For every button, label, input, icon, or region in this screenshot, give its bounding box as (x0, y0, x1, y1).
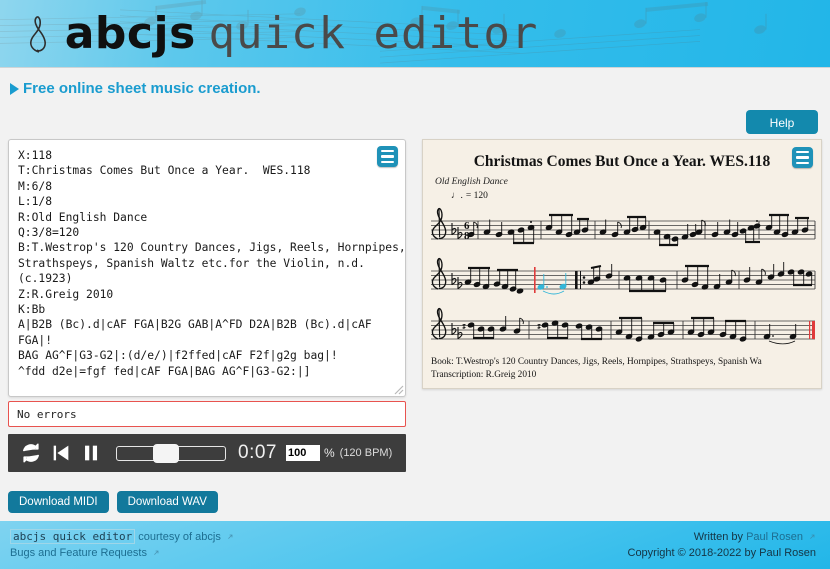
footer-written-by-prefix: Written by (694, 531, 746, 543)
error-message-box: No errors (8, 401, 406, 427)
treble-clef-icon (26, 10, 52, 56)
triangle-bullet-icon (10, 83, 19, 95)
footer-bugs-link[interactable]: Bugs and Feature Requests (10, 547, 147, 559)
tagline-text: Free online sheet music creation. (23, 80, 261, 97)
logo-text-abcjs: abcjs (65, 8, 196, 59)
download-midi-button[interactable]: Download MIDI (8, 491, 109, 513)
bpm-label: (120 BPM) (340, 447, 393, 459)
loop-icon (20, 442, 42, 464)
editor-menu-icon[interactable] (377, 146, 398, 167)
progress-slider-thumb[interactable] (153, 444, 179, 463)
percent-label: % (324, 446, 335, 460)
footer-left-block: abcjs quick editor courtesy of abcjs Bug… (10, 529, 234, 561)
external-link-icon (226, 533, 234, 541)
loop-button[interactable] (16, 438, 46, 468)
audio-player-controls: 0:07 % (120 BPM) (8, 434, 406, 472)
page-header: abcjs quick editor (0, 0, 830, 68)
footer-author-link[interactable]: Paul Rosen (746, 531, 803, 543)
tagline-row: Free online sheet music creation. (10, 80, 261, 97)
external-link-icon (152, 549, 160, 557)
staff-2 (431, 258, 815, 294)
tempo-marking: ♩. = 120 (451, 191, 821, 201)
music-notation[interactable]: 6 8 (423, 203, 822, 358)
download-wav-button[interactable]: Download WAV (117, 491, 218, 513)
app-logo: abcjs quick editor (26, 2, 538, 66)
tempo-warp-input[interactable] (286, 445, 320, 461)
pause-icon (80, 442, 102, 464)
external-link-icon (808, 533, 816, 541)
score-book-line: Book: T.Westrop's 120 Country Dances, Ji… (431, 356, 821, 369)
tempo-value: = 120 (466, 191, 488, 201)
footer-copyright: Copyright © 2018-2022 by Paul Rosen (628, 545, 817, 561)
footer-bugs-line: Bugs and Feature Requests (10, 545, 234, 561)
footer-right-block: Written by Paul Rosen Copyright © 2018-2… (628, 529, 817, 561)
sheet-music-panel: Christmas Comes But Once a Year. WES.118… (422, 139, 822, 389)
highlighted-notes (537, 273, 566, 294)
tempo-note-glyph: ♩. (451, 191, 463, 201)
progress-slider[interactable] (116, 446, 226, 461)
start-over-icon (50, 442, 72, 464)
score-title: Christmas Comes But Once a Year. WES.118 (423, 153, 821, 171)
abc-notation-input[interactable] (8, 139, 406, 397)
footer-courtesy-link[interactable]: courtesy of abcjs (138, 531, 221, 543)
staff-1: 6 8 (431, 208, 815, 245)
score-rhythm: Old English Dance (435, 177, 821, 187)
playback-time: 0:07 (238, 442, 277, 464)
score-transcription-line: Transcription: R.Greig 2010 (431, 369, 821, 382)
abc-editor-panel (8, 139, 406, 397)
footer-app-name: abcjs quick editor (10, 529, 135, 544)
playback-cursor (534, 267, 536, 293)
help-button[interactable]: Help (746, 110, 818, 134)
pause-button[interactable] (76, 438, 106, 468)
page-footer: abcjs quick editor courtesy of abcjs Bug… (0, 521, 830, 569)
start-over-button[interactable] (46, 438, 76, 468)
score-credits: Book: T.Westrop's 120 Country Dances, Ji… (431, 356, 821, 382)
score-staves[interactable]: 6 8 (423, 203, 821, 363)
staff-3 (431, 308, 815, 344)
footer-credit-line: abcjs quick editor courtesy of abcjs (10, 529, 234, 545)
download-button-row: Download MIDI Download WAV (8, 491, 218, 513)
paper-menu-icon[interactable] (792, 147, 813, 168)
end-barline (809, 321, 815, 339)
logo-text-quick-editor: quick editor (209, 8, 539, 59)
footer-written-by-line: Written by Paul Rosen (628, 529, 817, 545)
